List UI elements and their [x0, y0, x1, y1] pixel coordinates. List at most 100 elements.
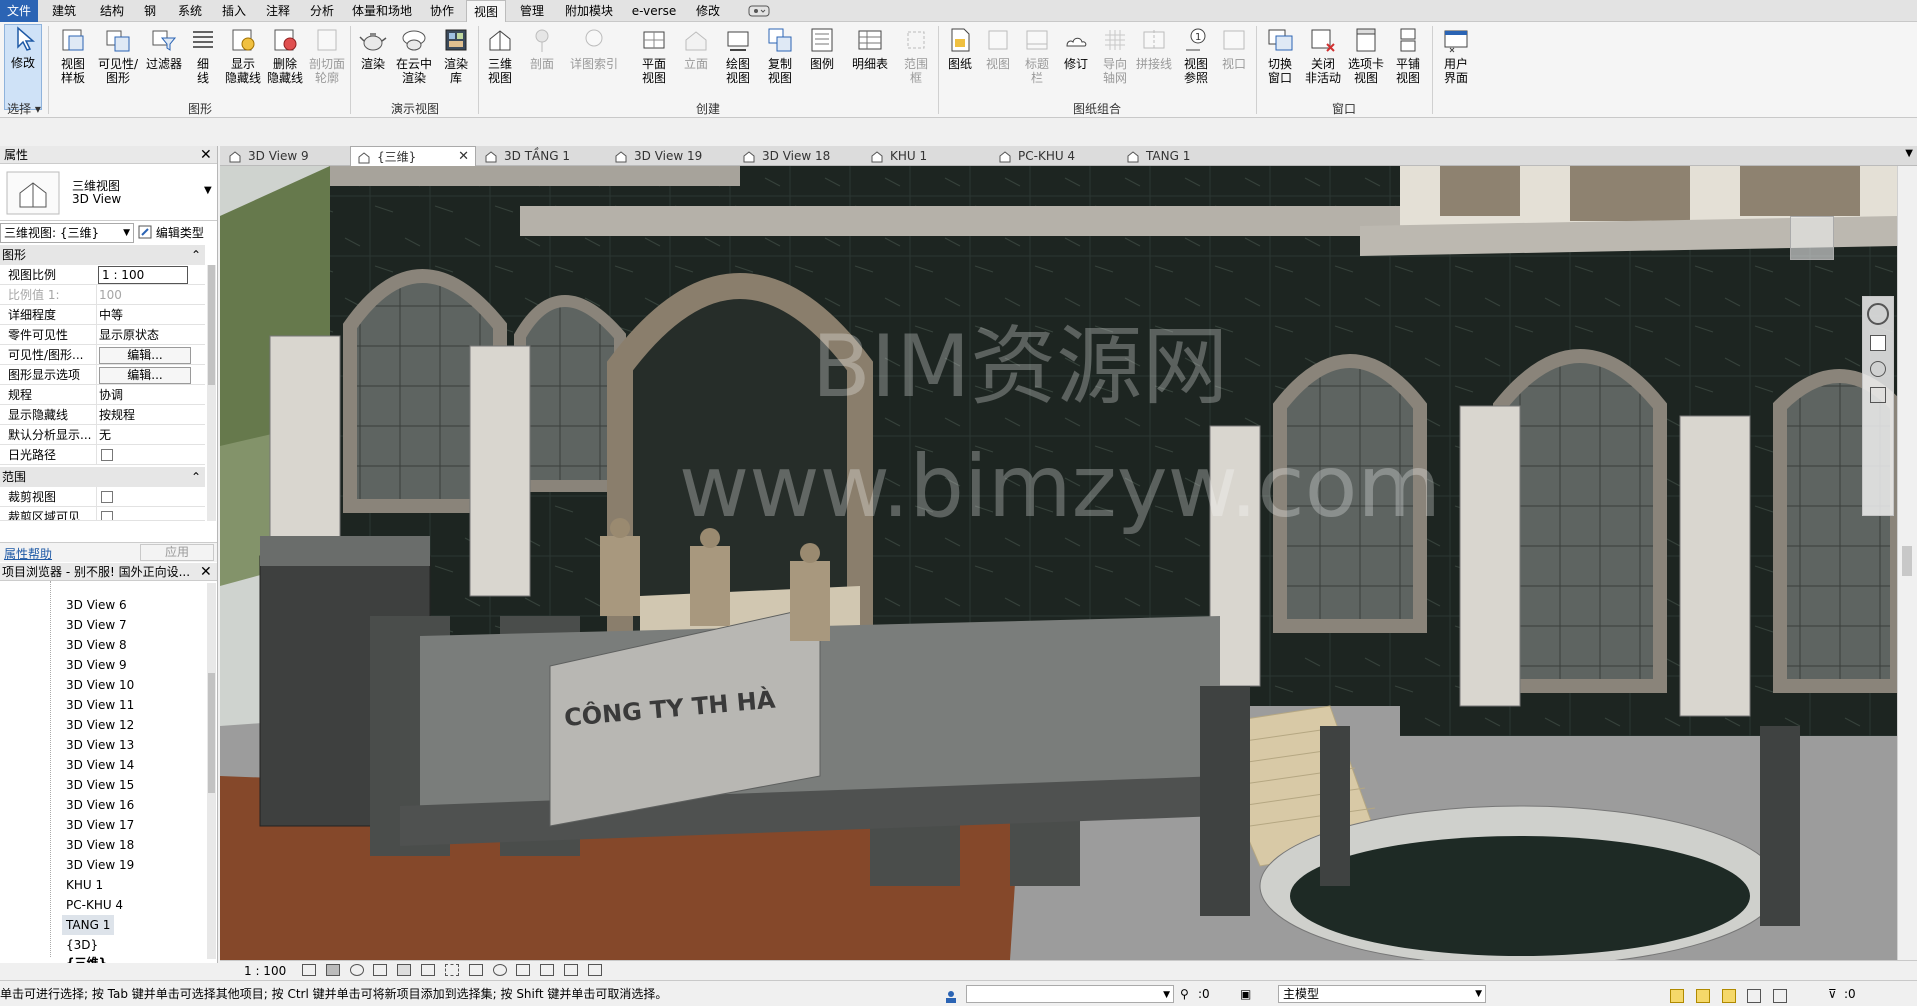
- tab-3d-view-9[interactable]: 3D View 9: [222, 146, 348, 166]
- browser-item[interactable]: {3D}: [66, 935, 98, 955]
- callout-button[interactable]: 详图索引: [566, 26, 622, 71]
- steering-wheel-icon[interactable]: [1867, 303, 1889, 325]
- section-graphics-header[interactable]: 图形 ⌃: [0, 245, 205, 265]
- browser-item[interactable]: 3D View 7: [66, 615, 127, 635]
- legends-button[interactable]: 图例: [802, 26, 842, 71]
- select-underlay-icon[interactable]: [1695, 989, 1710, 1003]
- browser-item[interactable]: 3D View 11: [66, 695, 134, 715]
- prop-parts-visibility[interactable]: 零件可见性 显示原状态: [0, 325, 205, 345]
- zoom-icon[interactable]: [1870, 361, 1886, 377]
- view-3d-button[interactable]: 三维 视图: [480, 26, 520, 85]
- select-links-icon[interactable]: [1670, 989, 1684, 1003]
- prop-view-scale[interactable]: 视图比例 1 : 100: [0, 265, 205, 285]
- sun-path-checkbox[interactable]: [101, 449, 113, 461]
- visual-style-icon[interactable]: [325, 964, 340, 976]
- crop-view-checkbox[interactable]: [101, 491, 113, 503]
- menu-manage[interactable]: 管理: [512, 0, 552, 22]
- revisions-button[interactable]: 修订: [1058, 26, 1094, 71]
- navigation-bar[interactable]: [1862, 296, 1894, 516]
- menu-systems[interactable]: 系统: [170, 0, 210, 22]
- tab-overflow-icon[interactable]: ▼: [1905, 148, 1913, 159]
- tab-khu-1[interactable]: KHU 1: [864, 146, 990, 166]
- design-options-icon[interactable]: ▣: [1240, 981, 1251, 1006]
- group-sheet-composition-label[interactable]: 图纸组合: [942, 100, 1252, 117]
- browser-item[interactable]: 3D View 10: [66, 675, 134, 695]
- browser-item[interactable]: 3D View 18: [66, 835, 134, 855]
- view-reference-button[interactable]: 1 视图 参照: [1176, 26, 1216, 85]
- shadows-icon[interactable]: [373, 964, 388, 976]
- crop-view-icon[interactable]: [421, 964, 436, 976]
- close-icon[interactable]: ✕: [200, 565, 212, 579]
- tab-pc-khu-4[interactable]: PC-KHU 4: [992, 146, 1118, 166]
- detail-level-icon[interactable]: [302, 964, 316, 976]
- prop-visibility-graphics[interactable]: 可见性/图形... 编辑...: [0, 345, 205, 365]
- menu-architecture[interactable]: 建筑: [44, 0, 84, 22]
- select-by-face-icon[interactable]: [1747, 989, 1762, 1003]
- menu-view[interactable]: 视图: [466, 0, 506, 22]
- apply-button[interactable]: 应用: [140, 544, 214, 561]
- render-dialog-icon[interactable]: [397, 964, 412, 976]
- group-graphics-label[interactable]: 图形: [52, 100, 348, 117]
- lock-view-icon[interactable]: [468, 964, 483, 976]
- close-icon[interactable]: ✕: [200, 148, 212, 162]
- view-scale-control[interactable]: 1 : 100: [244, 964, 286, 978]
- menu-steel[interactable]: 钢: [136, 0, 164, 22]
- menu-collaborate[interactable]: 协作: [422, 0, 462, 22]
- crop-region-checkbox[interactable]: [101, 511, 113, 520]
- view-type-dropdown[interactable]: 三维视图: {三维} ▼: [0, 223, 134, 243]
- drafting-view-button[interactable]: 绘图 视图: [718, 26, 758, 85]
- show-crop-region-icon[interactable]: [444, 964, 459, 976]
- thin-lines-button[interactable]: 细 线: [186, 26, 220, 85]
- graphic-display-edit-button[interactable]: 编辑...: [99, 367, 191, 384]
- modify-button[interactable]: 修改: [4, 24, 42, 110]
- properties-help-link[interactable]: 属性帮助: [4, 545, 52, 562]
- show-hidden-lines-button[interactable]: 显示 隐藏线: [222, 26, 264, 85]
- prop-graphic-display-options[interactable]: 图形显示选项 编辑...: [0, 365, 205, 385]
- browser-item[interactable]: 3D View 19: [66, 855, 134, 875]
- menu-everse[interactable]: e-verse: [626, 0, 682, 22]
- analysis-display-icon[interactable]: [540, 964, 555, 976]
- browser-item[interactable]: KHU 1: [66, 875, 103, 895]
- browser-item[interactable]: 3D View 16: [66, 795, 134, 815]
- section-button[interactable]: 剖面: [522, 26, 562, 71]
- prop-crop-region-visible[interactable]: 裁剪区域可见: [0, 507, 205, 521]
- tab-3d-view-18[interactable]: 3D View 18: [736, 146, 862, 166]
- tab-3d-default[interactable]: {三维} ✕: [350, 146, 476, 166]
- duplicate-view-button[interactable]: 复制 视图: [760, 26, 800, 85]
- sun-path-icon[interactable]: [349, 964, 364, 976]
- highlight-displacement-icon[interactable]: [564, 964, 579, 976]
- visibility-graphics-button[interactable]: 可见性/ 图形: [96, 26, 140, 85]
- group-create-label[interactable]: 创建: [480, 100, 936, 117]
- prop-crop-view[interactable]: 裁剪视图: [0, 487, 205, 507]
- remove-hidden-lines-button[interactable]: 删除 隐藏线: [264, 26, 306, 85]
- tab-3d-view-19[interactable]: 3D View 19: [608, 146, 734, 166]
- prop-detail-level[interactable]: 详细程度 中等: [0, 305, 205, 325]
- browser-item[interactable]: 3D View 6: [66, 595, 127, 615]
- sheet-button[interactable]: 图纸: [942, 26, 978, 71]
- elevation-button[interactable]: 立面: [676, 26, 716, 71]
- design-option-dropdown[interactable]: 主模型 ▼: [1278, 985, 1486, 1003]
- menu-addins[interactable]: 附加模块: [556, 0, 622, 22]
- view-template-button[interactable]: 视图 样板: [52, 26, 94, 85]
- close-tab-icon[interactable]: ✕: [458, 147, 469, 167]
- menu-analyze[interactable]: 分析: [302, 0, 342, 22]
- menu-insert[interactable]: 插入: [214, 0, 254, 22]
- filter-count-icon[interactable]: ⊽: [1828, 981, 1837, 1006]
- browser-item-active[interactable]: {三维}: [66, 954, 107, 963]
- prop-show-hidden-lines[interactable]: 显示隐藏线 按规程: [0, 405, 205, 425]
- browser-scrollbar[interactable]: [207, 583, 216, 959]
- pan-icon[interactable]: [1870, 335, 1886, 351]
- browser-item[interactable]: PC-KHU 4: [66, 895, 123, 915]
- tab-3d-tang-1[interactable]: 3D TẦNG 1: [478, 146, 606, 166]
- matchline-button[interactable]: 拼接线: [1134, 26, 1174, 71]
- render-gallery-button[interactable]: 渲染 库: [436, 26, 476, 85]
- orbit-icon[interactable]: [1870, 387, 1886, 403]
- browser-item[interactable]: 3D View 12: [66, 715, 134, 735]
- cut-profile-button[interactable]: 剖切面 轮廓: [306, 26, 348, 85]
- guide-grid-button[interactable]: 导向 轴网: [1096, 26, 1134, 85]
- viewports-button[interactable]: 视口: [1216, 26, 1252, 71]
- browser-item[interactable]: 3D View 13: [66, 735, 134, 755]
- edit-type-button[interactable]: 编辑类型: [138, 223, 216, 243]
- show-constraints-icon[interactable]: [587, 964, 602, 976]
- filters-button[interactable]: 过滤器: [142, 26, 186, 71]
